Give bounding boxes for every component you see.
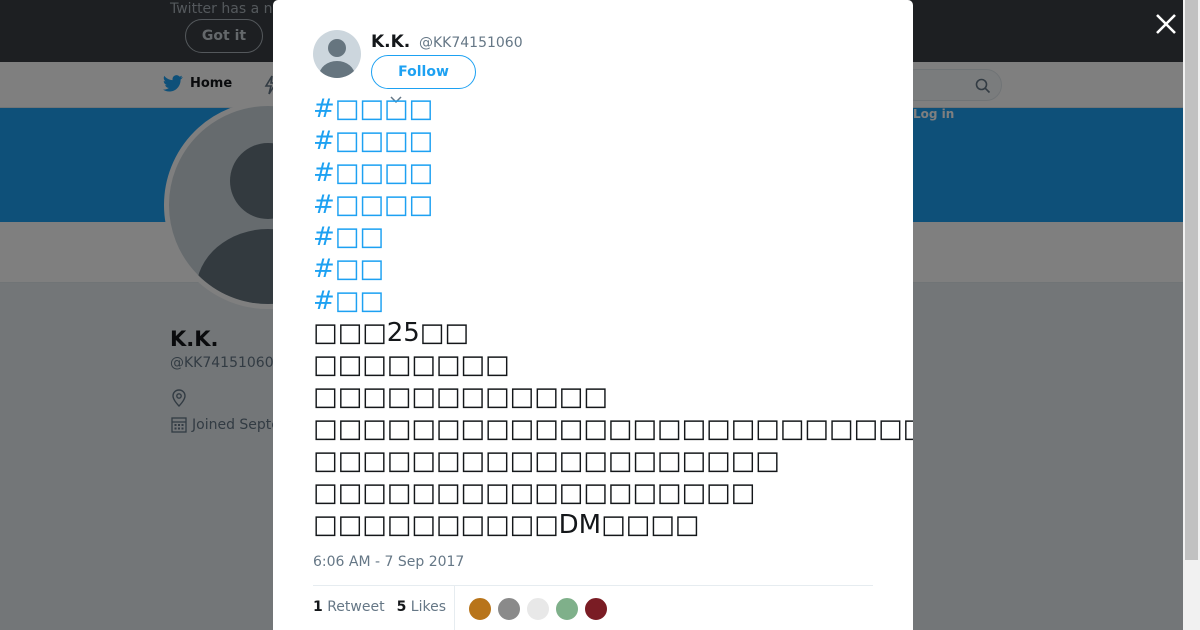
tweet-text-line: □□□□□□□□□□□□□□□□□□□ — [313, 446, 780, 476]
author-name[interactable]: K.K. — [371, 32, 410, 52]
hashtag-link[interactable]: #□□ — [313, 253, 873, 285]
tweet-text-line: □□□□□□□□ — [313, 350, 510, 380]
retweet-label: Retweet — [327, 599, 385, 615]
hashtag-link[interactable]: #□□□□ — [313, 189, 873, 221]
close-icon[interactable] — [1152, 10, 1180, 38]
tweet-stats: 1 Retweet 5 Likes — [313, 599, 446, 615]
tweet-text-line: □□□25□□ — [313, 318, 469, 348]
hashtag-link[interactable]: #□□ — [313, 221, 873, 253]
like-stat[interactable]: 5 Likes — [397, 599, 446, 615]
scrollbar-thumb[interactable] — [1185, 0, 1198, 560]
divider — [454, 586, 455, 630]
retweet-count: 1 — [313, 599, 323, 615]
liker-avatar[interactable] — [526, 597, 550, 621]
tweet-text-line: □□□□□□□□□□DM□□□□ — [313, 510, 700, 540]
like-count: 5 — [396, 599, 407, 615]
tweet-text-line: □□□□□□□□□□□□□□□□□□□□□□□□□□ — [313, 414, 913, 444]
tweet-text-line: □□□□□□□□□□□□ — [313, 382, 608, 412]
liker-avatar[interactable] — [497, 597, 521, 621]
retweet-stat[interactable]: 1 Retweet — [313, 599, 385, 615]
author-avatar[interactable] — [313, 30, 361, 78]
like-label: Likes — [410, 599, 446, 615]
tweet-modal: K.K. @KK74151060 Follow #□□□□ #□□□□ #□□□□ #… — [273, 0, 913, 630]
liker-avatars — [468, 597, 608, 621]
scrollbar[interactable] — [1183, 0, 1200, 630]
liker-avatar[interactable] — [584, 597, 608, 621]
liker-avatar[interactable] — [468, 597, 492, 621]
liker-avatar[interactable] — [555, 597, 579, 621]
follow-button[interactable]: Follow — [371, 55, 476, 89]
tweet-text: #□□□□ #□□□□ #□□□□ #□□□□ #□□ #□□ #□□ □□□25□□ □□□□… — [313, 93, 913, 541]
hashtag-link[interactable]: #□□ — [313, 285, 873, 317]
hashtag-link[interactable]: #□□□□ — [313, 157, 873, 189]
divider — [313, 585, 873, 586]
hashtag-link[interactable]: #□□□□ — [313, 125, 873, 157]
hashtag-link[interactable]: #□□□□ — [313, 93, 873, 125]
tweet-timestamp[interactable]: 6:06 AM - 7 Sep 2017 — [313, 554, 464, 570]
author-handle[interactable]: @KK74151060 — [419, 35, 523, 51]
tweet-text-line: □□□□□□□□□□□□□□□□□□ — [313, 478, 756, 508]
